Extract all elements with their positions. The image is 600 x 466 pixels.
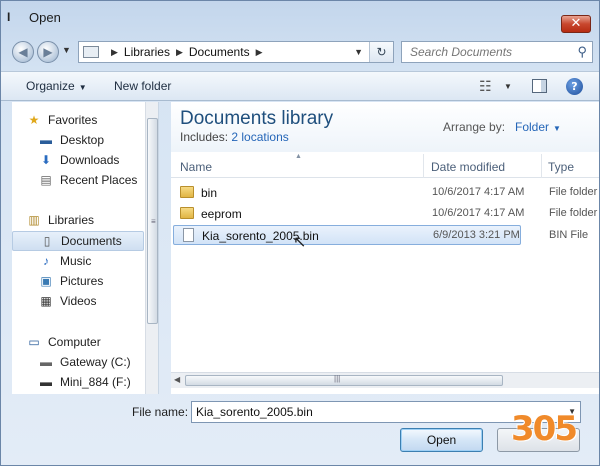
scrollbar-thumb[interactable]: ≡ <box>147 118 158 324</box>
nav-item-drive-f[interactable]: ▬ Mini_884 (F:) <box>12 372 144 392</box>
new-folder-button[interactable]: New folder <box>114 79 171 93</box>
column-divider[interactable] <box>541 154 542 178</box>
navigation-scrollbar[interactable]: ≡ <box>145 102 158 394</box>
arrange-by-dropdown[interactable]: Folder ▼ <box>515 120 561 134</box>
file-name-label: File name: <box>132 405 189 419</box>
desktop-icon: ▬ <box>40 133 52 147</box>
close-button[interactable]: ✕ <box>561 15 591 33</box>
nav-item-music[interactable]: ♪ Music <box>12 251 144 271</box>
nav-item-drive-c[interactable]: ▬ Gateway (C:) <box>12 352 144 372</box>
grip-icon: ||| <box>334 374 341 383</box>
address-dropdown-icon[interactable]: ▼ <box>354 47 363 57</box>
documents-icon: ▯ <box>43 234 51 248</box>
file-name-input[interactable] <box>192 402 562 422</box>
search-input[interactable] <box>402 42 572 62</box>
window-title: Open <box>29 10 61 25</box>
arrow-right-icon: ▶ <box>43 45 53 59</box>
column-type[interactable]: Type <box>548 160 574 174</box>
nav-item-videos[interactable]: ▦ Videos <box>12 291 144 311</box>
command-bar: Organize ▼ New folder ☷ ▼ ? <box>1 71 599 101</box>
breadcrumb-libraries[interactable]: Libraries <box>124 45 170 59</box>
search-icon[interactable]: ⚲ <box>577 44 587 60</box>
recent-locations-button[interactable]: ▼ <box>62 45 71 55</box>
chevron-right-icon: ▶ <box>111 46 118 57</box>
file-row-bin[interactable]: bin 10/6/2017 4:17 AM File folder <box>173 183 599 203</box>
folder-icon <box>180 186 194 198</box>
file-list-pane: Documents library Includes: 2 locations … <box>171 102 599 394</box>
nav-item-pictures[interactable]: ▣ Pictures <box>12 271 144 291</box>
nav-item-downloads[interactable]: ⬇ Downloads <box>12 150 144 170</box>
column-header: ▲ Name Date modified Type <box>171 153 599 178</box>
arrow-left-icon: ◀ <box>18 45 28 59</box>
navigation-pane: ★ Favorites ▬ Desktop ⬇ Downloads ▤ Recent P… <box>12 102 159 394</box>
chevron-down-icon: ▼ <box>553 124 561 133</box>
videos-icon: ▦ <box>40 294 52 308</box>
nav-item-desktop[interactable]: ▬ Desktop <box>12 130 144 150</box>
drive-icon: ▬ <box>40 355 52 369</box>
drive-icon: ▬ <box>40 375 52 389</box>
chevron-down-icon: ▼ <box>78 83 87 92</box>
forward-button[interactable]: ▶ <box>37 41 59 63</box>
pictures-icon: ▣ <box>40 274 52 288</box>
file-icon <box>183 228 194 242</box>
view-options-icon[interactable]: ☷ <box>479 78 492 95</box>
search-box[interactable]: ⚲ <box>401 41 593 63</box>
nav-favorites[interactable]: ★ Favorites <box>12 110 144 130</box>
file-row-eeprom[interactable]: eeprom 10/6/2017 4:17 AM File folder <box>173 204 599 224</box>
chevron-down-icon[interactable]: ▼ <box>504 82 512 91</box>
libraries-icon: ▥ <box>28 213 40 227</box>
nav-libraries[interactable]: ▥ Libraries <box>12 210 144 230</box>
sort-up-icon: ▲ <box>295 153 302 160</box>
app-icon: I <box>7 10 11 24</box>
refresh-icon: ↻ <box>376 45 387 59</box>
breadcrumb-documents[interactable]: Documents <box>189 45 250 59</box>
chevron-down-icon: ▼ <box>62 45 71 55</box>
refresh-button[interactable]: ↻ <box>369 42 393 62</box>
scroll-left-icon[interactable]: ◀ <box>174 375 180 384</box>
file-type-bin: BIN File <box>549 229 589 241</box>
watermark-logo: 305 <box>511 409 578 449</box>
column-divider[interactable] <box>423 154 424 178</box>
column-date-modified[interactable]: Date modified <box>431 160 505 174</box>
locations-link[interactable]: 2 locations <box>231 130 288 144</box>
title-bar[interactable]: I Open ✕ <box>1 1 600 33</box>
chevron-right-icon[interactable]: ▶ <box>256 47 263 58</box>
preview-pane-icon[interactable] <box>532 79 547 93</box>
folder-icon <box>83 46 99 58</box>
file-row-kia-sorento[interactable]: Kia_sorento_2005.bin 6/9/2013 3:21 PM <box>173 225 521 245</box>
nav-item-documents[interactable]: ▯ Documents <box>12 231 144 251</box>
downloads-icon: ⬇ <box>40 153 52 167</box>
nav-computer[interactable]: ▭ Computer <box>12 332 144 352</box>
nav-item-recent-places[interactable]: ▤ Recent Places <box>12 170 144 190</box>
organize-button[interactable]: Organize ▼ <box>26 79 87 93</box>
open-dialog-window: I Open ✕ ◀ ▶ ▼ ▶ Libraries ▶ Documents ▶… <box>0 0 600 466</box>
music-icon: ♪ <box>43 254 49 268</box>
library-includes: Includes: 2 locations <box>180 130 289 144</box>
folder-icon <box>180 207 194 219</box>
horizontal-scrollbar[interactable]: ◀ ||| <box>171 372 599 388</box>
computer-icon: ▭ <box>28 335 40 349</box>
library-header: Documents library Includes: 2 locations … <box>171 102 599 152</box>
star-icon: ★ <box>28 113 40 127</box>
grip-icon: ≡ <box>151 217 156 226</box>
column-name[interactable]: Name <box>180 160 212 174</box>
library-title: Documents library <box>180 108 334 129</box>
arrange-by-label: Arrange by: <box>443 120 506 134</box>
scrollbar-thumb[interactable]: ||| <box>185 374 503 386</box>
organize-label: Organize <box>26 79 75 93</box>
address-bar[interactable]: ▶ Libraries ▶ Documents ▶ ▼ ↻ <box>78 41 394 63</box>
back-button[interactable]: ◀ <box>12 41 34 63</box>
mouse-cursor-icon: ↖ <box>293 234 307 251</box>
recent-places-icon: ▤ <box>40 173 52 187</box>
chevron-right-icon: ▶ <box>175 46 183 57</box>
open-button[interactable]: Open <box>400 428 483 452</box>
help-icon[interactable]: ? <box>566 78 583 95</box>
